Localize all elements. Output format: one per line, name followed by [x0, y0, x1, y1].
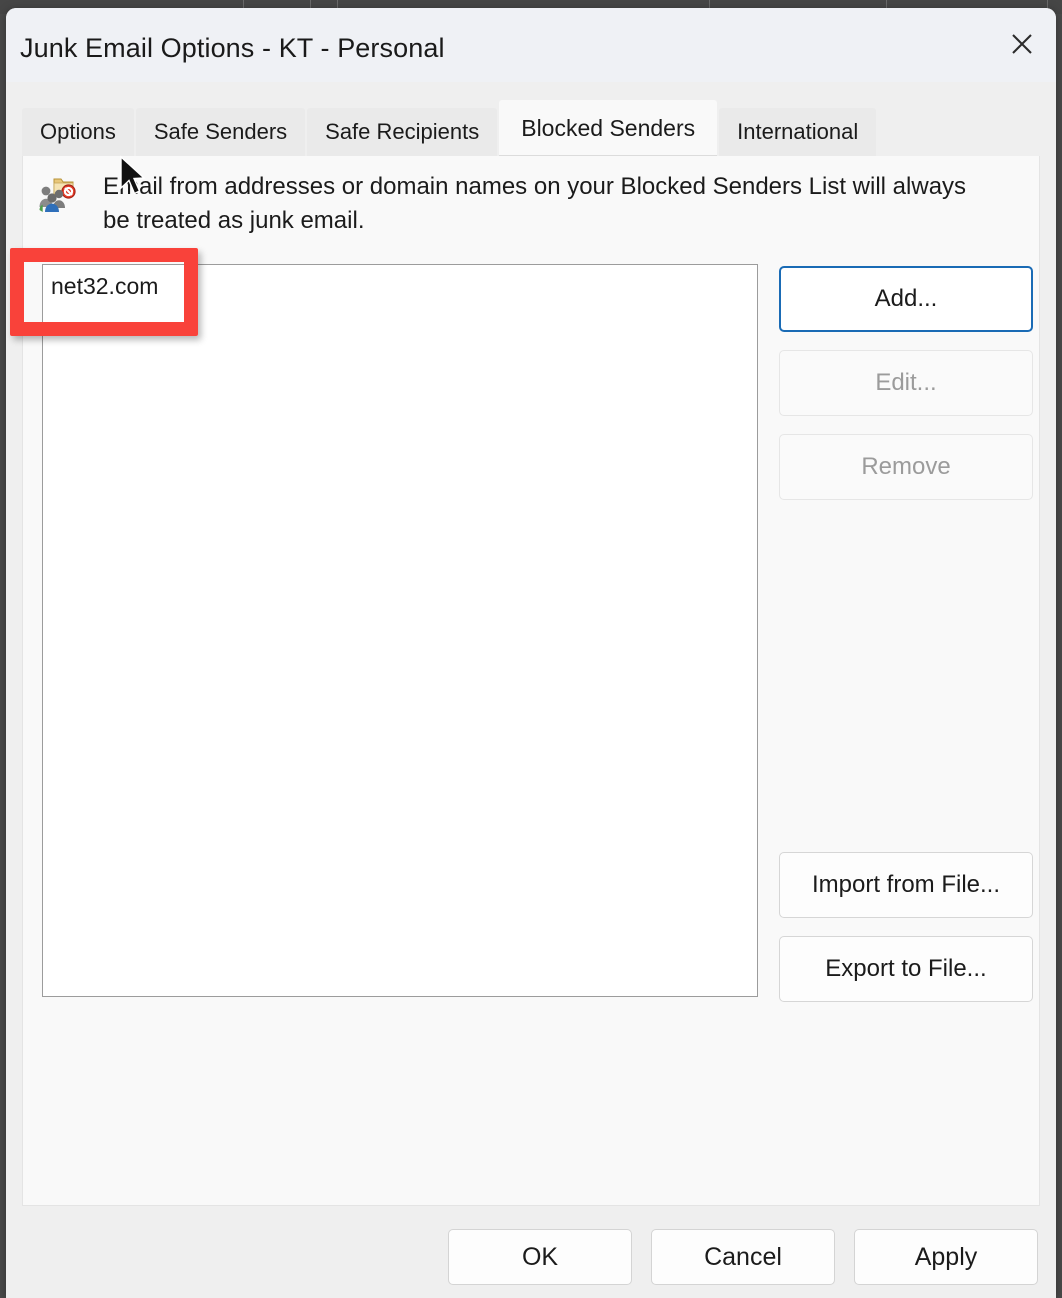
tab-list: Options Safe Senders Safe Recipients Blo… [22, 100, 878, 156]
junk-email-options-dialog: Junk Email Options - KT - Personal Optio… [6, 8, 1056, 1298]
export-to-file-button[interactable]: Export to File... [779, 936, 1033, 1002]
tab-options[interactable]: Options [22, 108, 134, 156]
panel-description-text: Email from addresses or domain names on … [103, 173, 967, 235]
apply-button[interactable]: Apply [854, 1229, 1038, 1285]
window-title: Junk Email Options - KT - Personal [20, 33, 445, 63]
add-button[interactable]: Add... [779, 266, 1033, 332]
list-item[interactable]: net32.com [43, 265, 757, 307]
tab-blocked-senders[interactable]: Blocked Senders [499, 100, 718, 156]
close-icon[interactable] [996, 18, 1048, 70]
tab-safe-senders[interactable]: Safe Senders [135, 108, 306, 156]
blocked-senders-panel: Email from addresses or domain names on … [22, 156, 1040, 1206]
edit-button: Edit... [779, 350, 1033, 416]
tab-international[interactable]: International [719, 108, 877, 156]
blocked-senders-list[interactable]: net32.com [42, 264, 758, 997]
ok-button[interactable]: OK [448, 1229, 632, 1285]
tab-strip: Options Safe Senders Safe Recipients Blo… [6, 82, 1056, 156]
remove-button: Remove [779, 434, 1033, 500]
tab-safe-recipients[interactable]: Safe Recipients [307, 108, 498, 156]
dialog-titlebar: Junk Email Options - KT - Personal [6, 8, 1056, 82]
dialog-footer: OK Cancel Apply [6, 1207, 1056, 1298]
blocked-senders-icon [37, 174, 77, 214]
panel-description-row: Email from addresses or domain names on … [37, 170, 997, 238]
cancel-button[interactable]: Cancel [651, 1229, 835, 1285]
import-from-file-button[interactable]: Import from File... [779, 852, 1033, 918]
footer-button-group: OK Cancel Apply [448, 1229, 1038, 1285]
